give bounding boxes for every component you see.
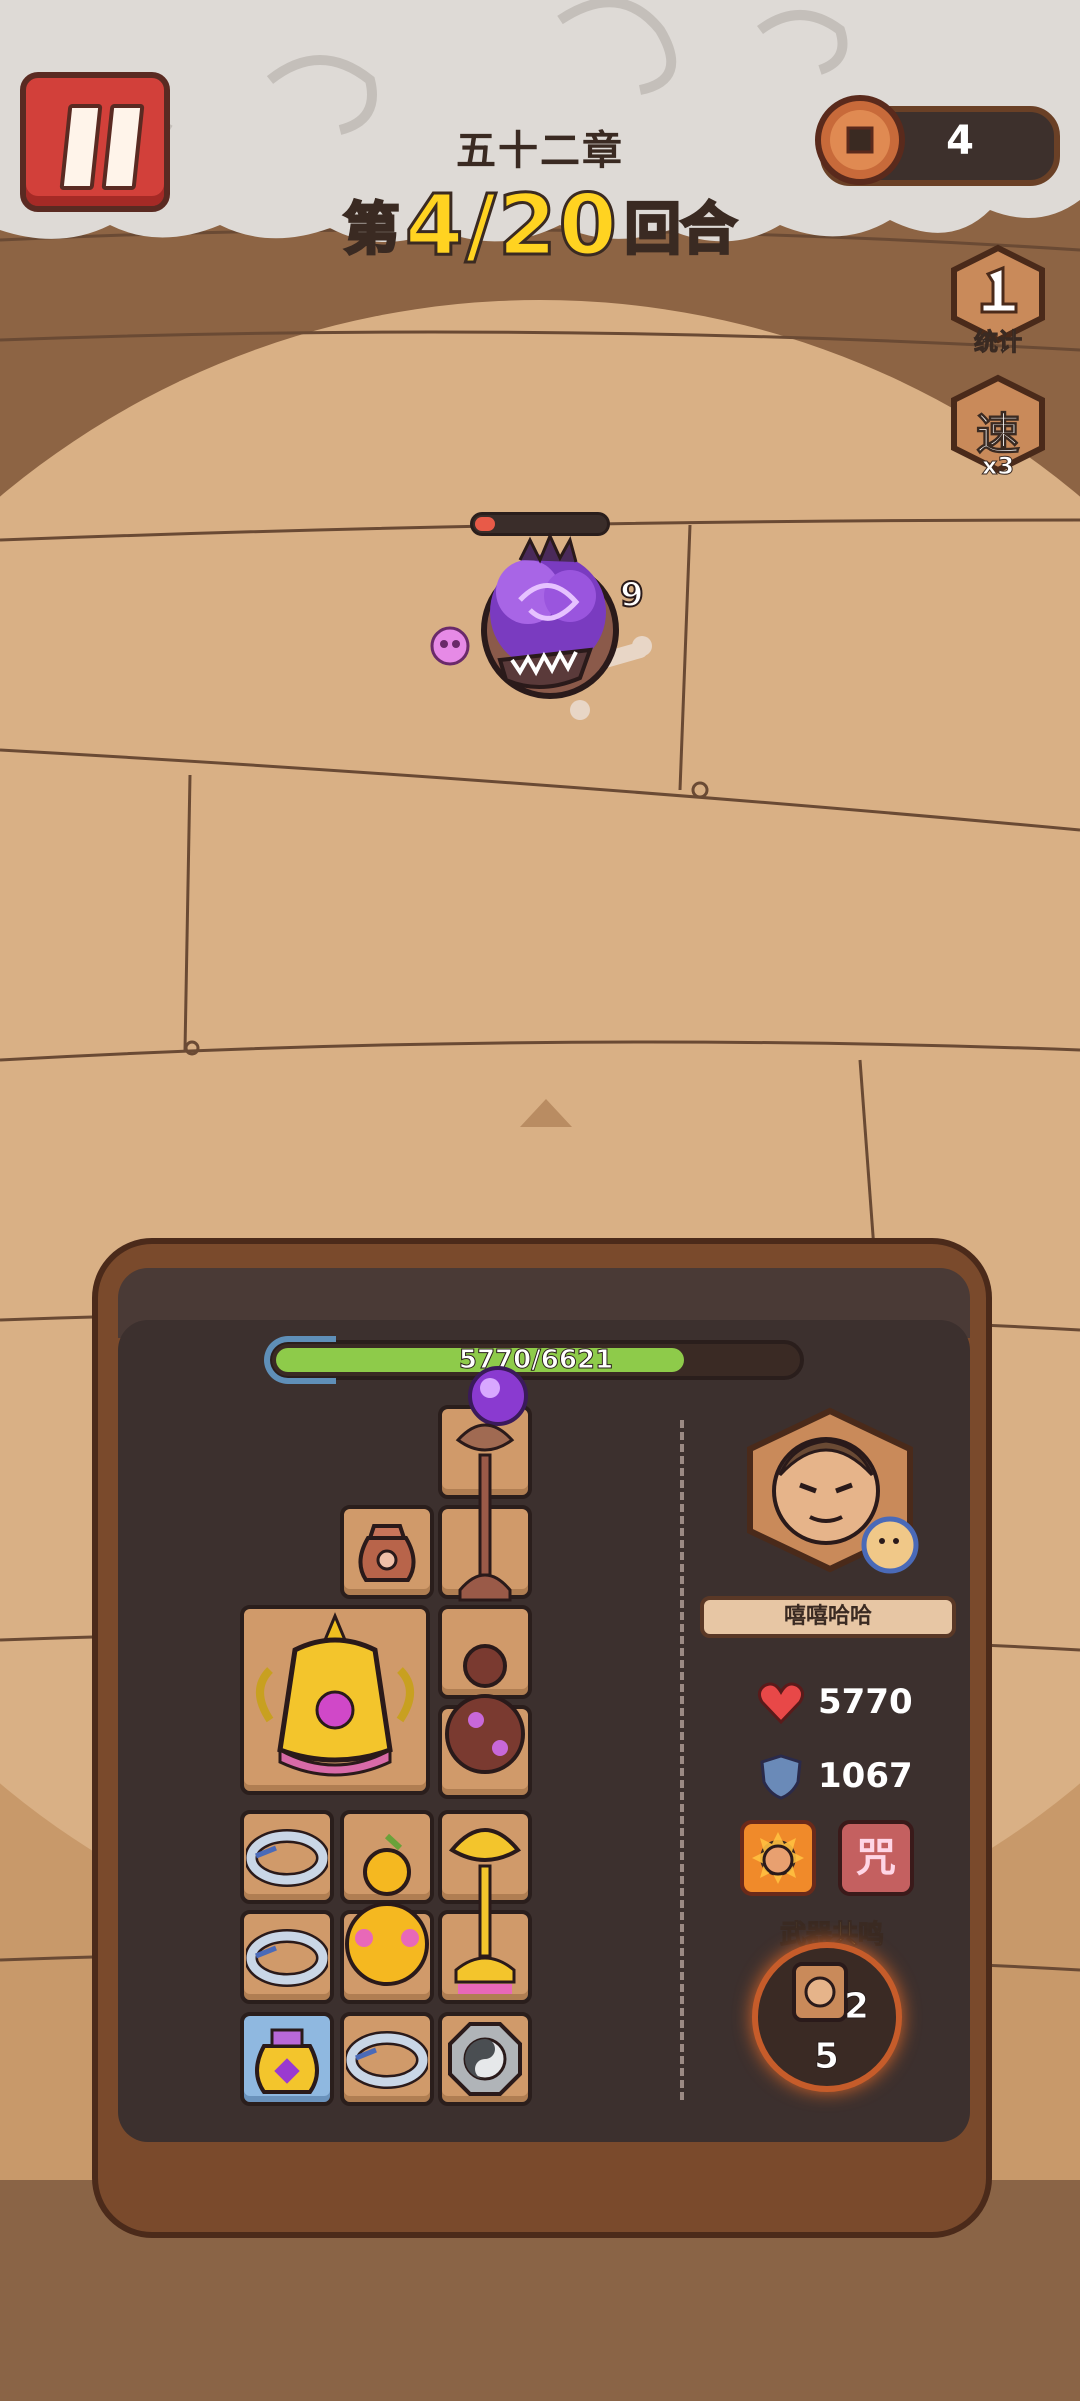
bracelet-item[interactable] [346,2020,428,2098]
chapter-title: 五十二章 [456,128,624,174]
round-value: 4/20 [403,175,620,276]
resonance-count-b: 5 [813,2036,840,2078]
pause-icon [59,104,103,190]
speed-label: x3 [981,452,1015,481]
round-prefix: 第 [342,196,401,264]
health-value: 5770 [818,1682,913,1722]
fire-skill-icon [752,1832,804,1884]
round-counter: 第 4/20 回合 [300,175,780,276]
player-health-text: 5770/6621 [458,1345,614,1376]
pause-button[interactable] [20,72,170,212]
round-suffix: 回合 [623,196,738,264]
bracelet-item[interactable] [246,1918,328,1996]
arrow-up-icon [520,1099,572,1127]
monkey-king-icon [792,1962,848,2022]
golden-lotus-lamp-item[interactable] [438,1810,532,2006]
lotus-lamp-item[interactable] [438,1360,532,1660]
enemy-number: 9 [620,575,644,615]
hero-name: 嘻嘻哈哈 [783,1604,872,1629]
curse-skill-button[interactable]: 咒 [838,1820,914,1896]
hero-portrait[interactable] [740,1405,920,1575]
bracelet-item[interactable] [246,1818,328,1896]
purple-pouch-item[interactable] [246,2018,328,2100]
yin-yang-mirror-item[interactable] [446,2020,524,2098]
curse-skill-icon: 咒 [856,1835,896,1881]
shield-icon [760,1754,802,1800]
gourd-brown-item[interactable] [440,1630,530,1790]
golden-bell-item[interactable] [250,1610,420,1790]
fire-skill-button[interactable] [740,1820,816,1896]
pouch-item[interactable] [348,1512,426,1590]
stats-label: 统计 [974,328,1023,357]
armor-value: 1067 [818,1756,913,1796]
gourd-golden-item[interactable] [340,1832,434,2002]
coin-value: 4 [946,118,974,164]
resonance-count-a: 2 [843,1986,870,2028]
heart-icon [757,1682,805,1725]
board-divider [680,1420,684,2100]
enemy-wolf-demon[interactable]: 9 [420,500,680,760]
